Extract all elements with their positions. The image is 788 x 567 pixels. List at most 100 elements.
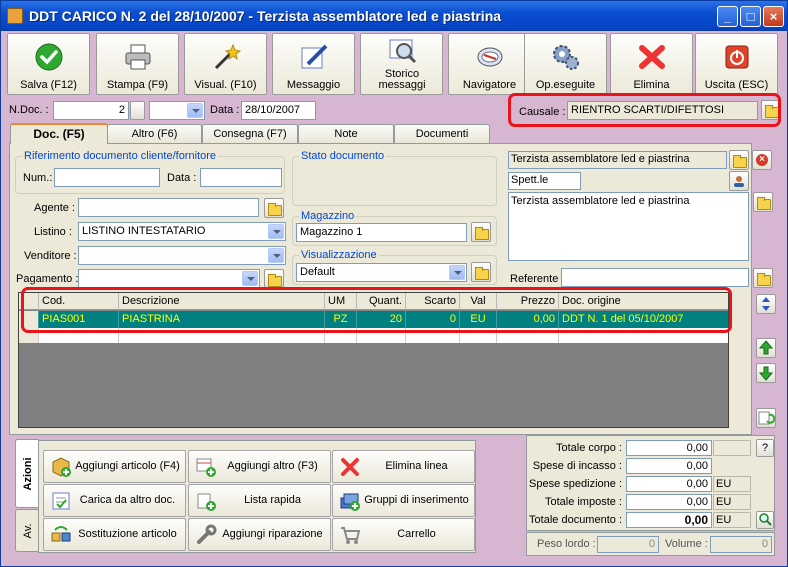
tab-azioni[interactable]: Azioni	[15, 439, 39, 508]
stampa-button[interactable]: Stampa (F9)	[96, 33, 179, 95]
cell-scarto[interactable]: 0	[406, 311, 460, 328]
aggiungi-articolo-button[interactable]: Aggiungi articolo (F4)	[43, 450, 186, 483]
ndoc-series-combo[interactable]	[149, 101, 205, 120]
cell-cod[interactable]: PIAS001	[39, 311, 119, 328]
col-val[interactable]: Val	[460, 293, 497, 310]
empty-cell[interactable]	[325, 328, 357, 343]
visualizzazione-combo[interactable]: Default	[296, 263, 467, 282]
tab-note[interactable]: Note	[298, 124, 394, 143]
aggiungi-riparazione-button[interactable]: Aggiungi riparazione	[188, 518, 331, 551]
data-field[interactable]: 28/10/2007	[241, 101, 316, 120]
row-down-button[interactable]	[756, 363, 776, 383]
ndoc-field[interactable]: 2	[53, 101, 129, 120]
visual-button[interactable]: Visual. (F10)	[184, 33, 267, 95]
refresh-rows-button[interactable]	[756, 408, 776, 428]
pagamento-combo[interactable]	[78, 269, 260, 288]
col-quant[interactable]: Quant.	[357, 293, 406, 310]
magazzino-field[interactable]: Magazzino 1	[296, 223, 467, 242]
tab-altro[interactable]: Altro (F6)	[107, 124, 202, 143]
carrello-button[interactable]: Carrello	[332, 518, 475, 551]
uscita-button[interactable]: Uscita (ESC)	[695, 33, 778, 95]
title-bar[interactable]: DDT CARICO N. 2 del 28/10/2007 - Terzist…	[1, 1, 787, 31]
empty-cell[interactable]	[460, 328, 497, 343]
lista-rapida-button[interactable]: Lista rapida	[188, 484, 331, 517]
cell-prezzo[interactable]: 0,00	[497, 311, 559, 328]
tab-doc[interactable]: Doc. (F5)	[10, 123, 108, 144]
empty-cell[interactable]	[559, 328, 728, 343]
spese-spedizione-label: Spese spedizione :	[529, 478, 622, 490]
aggiungi-altro-button[interactable]: Aggiungi altro (F3)	[188, 450, 331, 483]
messaggio-button[interactable]: Messaggio	[272, 33, 355, 95]
cell-quant[interactable]: 20	[357, 311, 406, 328]
col-descrizione[interactable]: Descrizione	[119, 293, 325, 310]
indirizzo-field[interactable]: Terzista assemblatore led e piastrina	[508, 192, 749, 261]
row-up-button[interactable]	[756, 338, 776, 358]
navigatore-button[interactable]: Navigatore	[448, 33, 531, 95]
salva-button[interactable]: Salva (F12)	[7, 33, 90, 95]
magazzino-title: Magazzino	[299, 210, 357, 222]
referente-field[interactable]	[561, 268, 749, 287]
close-button[interactable]: ×	[763, 6, 784, 27]
col-um[interactable]: UM	[325, 293, 357, 310]
num-field[interactable]	[54, 168, 160, 187]
repair-icon	[197, 524, 217, 544]
elimina-button[interactable]: Elimina	[610, 33, 693, 95]
peso-lordo-field[interactable]: 0	[597, 536, 659, 553]
causale-field[interactable]: RIENTRO SCARTI/DIFETTOSI	[567, 101, 758, 120]
agente-field[interactable]	[78, 198, 259, 217]
person-lookup-button[interactable]	[729, 171, 749, 191]
table-row[interactable]: PIAS001 PIASTRINA PZ 20 0 EU 0,00 DDT N.…	[19, 311, 728, 328]
items-grid[interactable]: Cod. Descrizione UM Quant. Scarto Val Pr…	[18, 292, 729, 428]
visualizzazione-folder-icon[interactable]	[471, 262, 491, 282]
empty-cell[interactable]	[357, 328, 406, 343]
empty-cell[interactable]	[497, 328, 559, 343]
listino-combo[interactable]: LISTINO INTESTATARIO	[78, 222, 286, 241]
x-icon	[638, 45, 665, 69]
intestatario-clear-button[interactable]: ×	[752, 150, 772, 170]
tab-av[interactable]: Av.	[15, 509, 39, 552]
minimize-button[interactable]: _	[717, 6, 738, 27]
rif-data-field[interactable]	[200, 168, 282, 187]
referente-folder-icon[interactable]	[753, 268, 773, 288]
intestatario-folder-icon[interactable]	[729, 150, 749, 170]
cell-um[interactable]: PZ	[325, 311, 357, 328]
sostituzione-articolo-button[interactable]: Sostituzione articolo	[43, 518, 186, 551]
table-row-empty[interactable]	[19, 328, 728, 343]
tab-documenti[interactable]: Documenti	[394, 124, 490, 143]
empty-cell[interactable]	[39, 328, 119, 343]
agente-folder-icon[interactable]	[264, 198, 284, 218]
help-button[interactable]: ?	[756, 439, 774, 457]
empty-cell[interactable]	[119, 328, 325, 343]
pagamento-folder-icon[interactable]	[264, 269, 284, 289]
spese-spedizione-value[interactable]: 0,00	[626, 476, 712, 492]
carica-altro-doc-button[interactable]: Carica da altro doc.	[43, 484, 186, 517]
volume-field[interactable]: 0	[710, 536, 772, 553]
indirizzo-folder-icon[interactable]	[753, 192, 773, 212]
spett-field[interactable]: Spett.le	[508, 172, 581, 190]
col-origine[interactable]: Doc. origine	[559, 293, 728, 310]
agente-label: Agente :	[34, 202, 75, 214]
cell-val[interactable]: EU	[460, 311, 497, 328]
col-cod[interactable]: Cod.	[39, 293, 119, 310]
elimina-linea-button[interactable]: Elimina linea	[332, 450, 475, 483]
rif-data-label: Data :	[167, 172, 197, 184]
magazzino-folder-icon[interactable]	[471, 222, 491, 242]
col-scarto[interactable]: Scarto	[406, 293, 460, 310]
intestatario-field[interactable]: Terzista assemblatore led e piastrina	[508, 151, 727, 169]
opeseguite-button[interactable]: Op.eseguite	[524, 33, 607, 95]
cell-descrizione[interactable]: PIASTRINA	[119, 311, 325, 328]
venditore-combo[interactable]	[78, 246, 286, 265]
maximize-button[interactable]: □	[740, 6, 761, 27]
cell-origine[interactable]: DDT N. 1 del 05/10/2007	[559, 311, 728, 328]
tab-av-label: Av.	[21, 523, 34, 538]
zoom-total-button[interactable]	[756, 511, 774, 529]
gruppi-inserimento-button[interactable]: Gruppi di inserimento	[332, 484, 475, 517]
move-row-button[interactable]	[756, 294, 776, 314]
ndoc-spin-button[interactable]	[130, 101, 145, 120]
storico-button[interactable]: Storico messaggi	[360, 33, 443, 95]
tab-consegna[interactable]: Consegna (F7)	[202, 124, 298, 143]
empty-cell[interactable]	[406, 328, 460, 343]
causale-folder-icon[interactable]	[761, 100, 781, 120]
col-prezzo[interactable]: Prezzo	[497, 293, 559, 310]
cart-icon	[341, 527, 361, 544]
